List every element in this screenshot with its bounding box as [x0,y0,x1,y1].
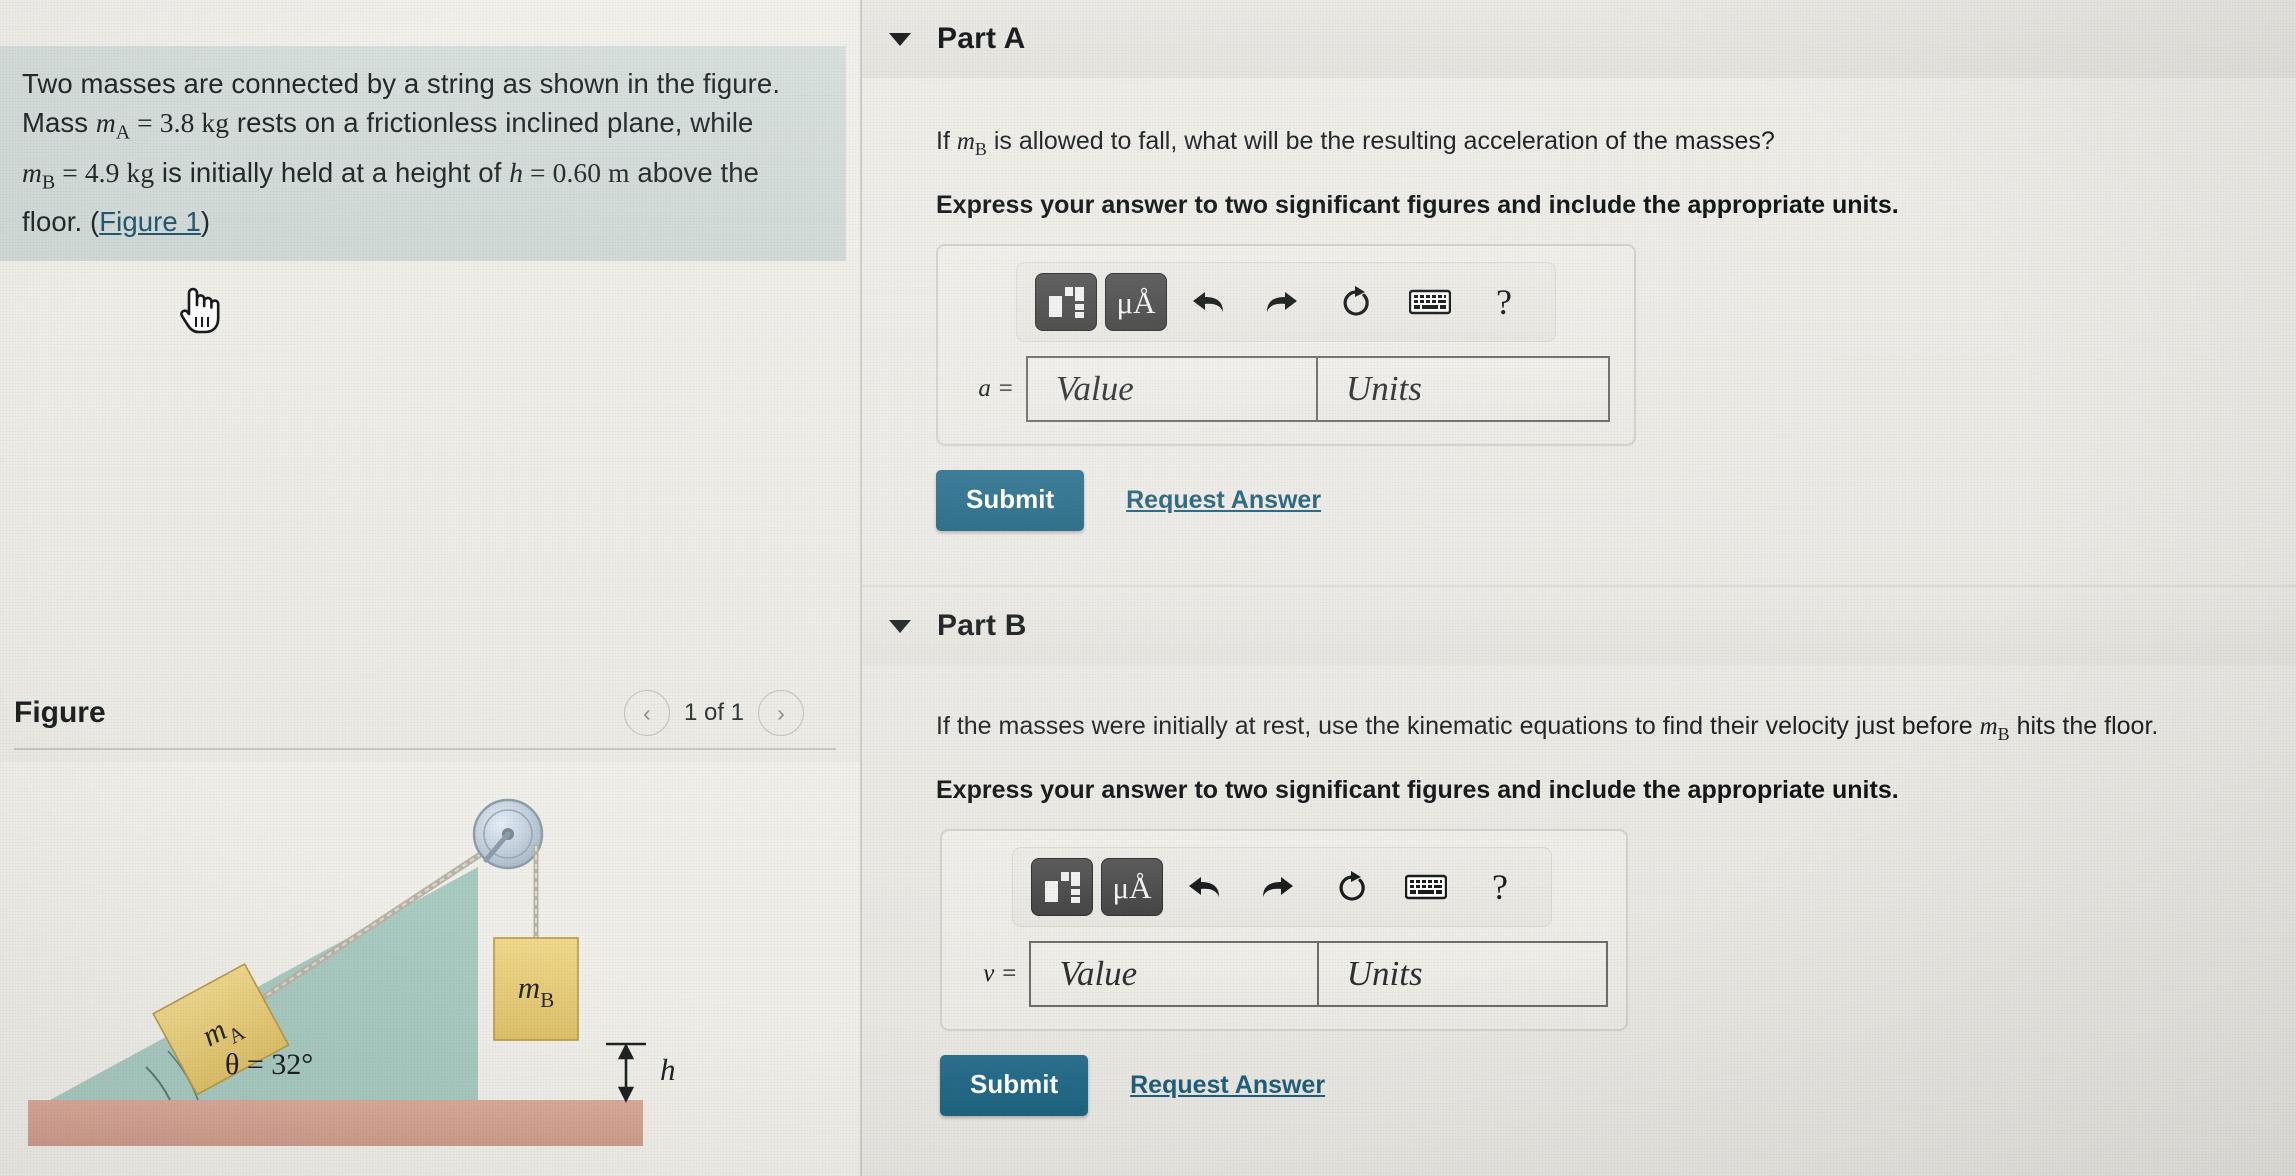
part-b-equation-label: v = [983,960,1018,987]
part-a-value-input[interactable]: Value [1026,356,1318,422]
part-a-value-placeholder: Value [1056,369,1134,408]
keyboard-icon[interactable] [1393,858,1459,916]
math-template-icon[interactable] [1035,273,1097,331]
chevron-down-icon[interactable] [889,619,911,633]
part-a-units-input[interactable]: Units [1318,356,1610,422]
part-a-submit-button[interactable]: Submit [936,470,1085,531]
part-b-submit-button[interactable]: Submit [940,1055,1089,1116]
part-b-submit-row: Submit Request Answer [940,1055,2296,1116]
problem-line-4-close: ) [200,206,211,237]
part-a-mass-b-symbol: mB [956,128,987,159]
part-b-mass-b-symbol: mB [1979,713,2010,744]
part-b-label: Part B [937,609,1027,642]
reset-icon[interactable] [1319,858,1385,916]
part-a-question: If mB is allowed to fall, what will be t… [862,124,2296,166]
problem-line-3-tail: above the [629,156,760,188]
answer-panel: Part A If mB is allowed to fall, what wi… [862,0,2296,1176]
help-icon[interactable]: ? [1471,273,1537,331]
mass-b-value: = 4.9 kg [55,156,155,188]
part-b-question: If the masses were initially at rest, us… [862,709,2296,751]
part-a-request-answer-link[interactable]: Request Answer [1126,486,1321,515]
undo-icon[interactable] [1175,273,1241,331]
height-symbol: h [509,156,524,188]
part-b-body: If the masses were initially at rest, us… [862,665,2296,1116]
problem-statement-text: Two masses are connected by a string as … [22,64,822,241]
chevron-left-icon[interactable]: ‹ [623,690,670,736]
part-b-question-suffix: hits the floor. [2009,712,2159,740]
part-b-value-placeholder: Value [1059,954,1138,993]
part-a-question-suffix: is allowed to fall, what will be the res… [986,127,1775,155]
height-value: = 0.60 m [523,156,630,188]
micro-angstrom-units-icon[interactable]: μÅ [1105,273,1167,331]
figure-pager: ‹ 1 of 1 › [623,690,804,736]
inclined-plane-figure[interactable]: mA mB h θ = 32° [0,762,860,1176]
problem-line-2-suffix: rests on a frictionless inclined plane, … [229,107,754,138]
part-a-body: If mB is allowed to fall, what will be t… [862,78,2296,531]
part-b-value-input[interactable]: Value [1029,941,1319,1007]
part-a-label: Part A [937,22,1026,55]
part-b-math-toolbar: μÅ ? [1012,847,1552,927]
pointing-hand-cursor [176,283,220,335]
pulley [472,798,544,870]
problem-line-4: floor. ( [22,206,100,237]
part-b-units-input[interactable]: Units [1318,941,1608,1007]
part-b-question-prefix: If the masses were initially at rest, us… [936,712,1980,740]
part-b-header[interactable]: Part B [862,587,2296,665]
math-template-icon[interactable] [1031,858,1093,916]
part-a-header[interactable]: Part A [862,0,2296,78]
problem-statement-box: Two masses are connected by a string as … [0,46,846,261]
part-a-math-toolbar: μÅ ? [1016,262,1556,342]
figure-header: Figure ‹ 1 of 1 › [0,676,846,750]
part-b-units-placeholder: Units [1346,954,1423,993]
height-label: h [660,1052,676,1087]
figure-divider [14,748,836,750]
mass-b-label-subscript: B [540,988,554,1012]
mass-a-symbol: mA [95,107,131,144]
part-a-units-placeholder: Units [1346,369,1422,408]
figure-1-link[interactable]: Figure 1 [99,206,201,237]
part-a-submit-row: Submit Request Answer [936,470,2296,531]
keyboard-icon[interactable] [1397,273,1463,331]
mass-b-block: mB [493,937,579,1041]
part-b-input-row: v = Value Units [960,941,1608,1007]
redo-icon[interactable] [1249,273,1315,331]
figure-counter: 1 of 1 [683,699,744,726]
mass-a-value: = 3.8 kg [130,107,230,138]
part-b-answer-box: μÅ ? v = Value Units [940,829,1628,1031]
mass-b-label-symbol: m [518,970,540,1005]
part-a-input-row: a = Value Units [956,356,1616,422]
undo-icon[interactable] [1171,858,1237,916]
angle-label: θ = 32° [225,1048,313,1081]
part-a-answer-box: μÅ ? a = Value Units [936,244,1636,446]
reset-icon[interactable] [1323,273,1389,331]
micro-angstrom-units-icon[interactable]: μÅ [1101,858,1163,916]
page-shell: Two masses are connected by a string as … [0,0,2296,1176]
part-a-question-prefix: If [936,127,957,155]
help-icon[interactable]: ? [1467,858,1533,916]
part-a-equation-label: a = [978,375,1014,402]
redo-icon[interactable] [1245,858,1311,916]
chevron-down-icon[interactable] [889,32,911,46]
problem-panel: Two masses are connected by a string as … [0,0,862,1176]
part-b-instruction: Express your answer to two significant f… [936,776,1899,804]
part-b-request-answer-link[interactable]: Request Answer [1130,1071,1325,1100]
part-a-instruction: Express your answer to two significant f… [936,191,1899,219]
problem-line-1: Two masses are connected by a string as … [22,68,781,99]
figure-title: Figure [14,696,106,729]
problem-line-3-mid: is initially held at a height of [154,156,510,188]
floor-slab [28,1100,643,1146]
mass-b-symbol: mB [22,156,56,194]
problem-line-2-prefix: Mass [22,107,96,138]
chevron-right-icon[interactable]: › [758,690,804,736]
